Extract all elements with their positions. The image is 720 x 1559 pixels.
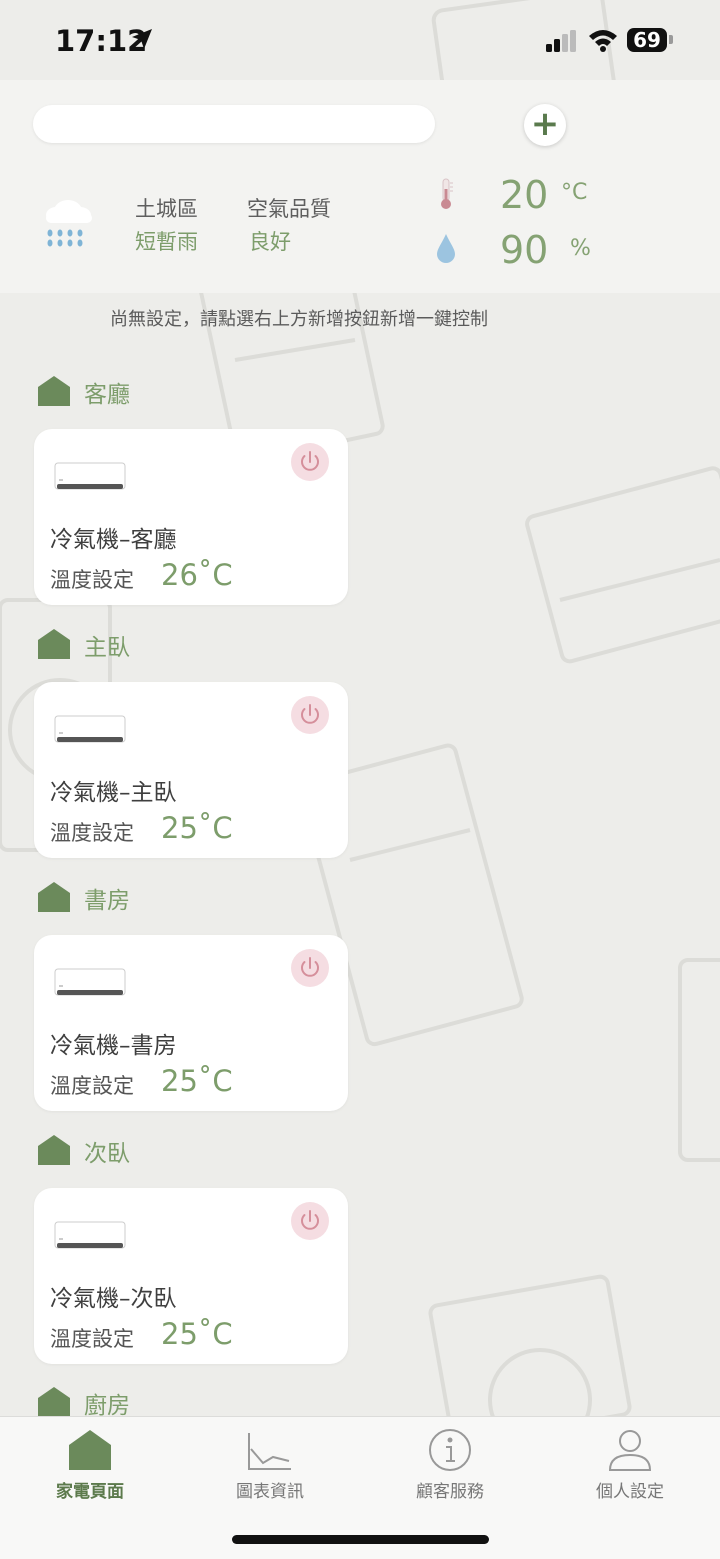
- house-icon: [38, 376, 70, 406]
- room-header-study: 書房: [37, 881, 130, 915]
- power-button[interactable]: [291, 696, 329, 734]
- tab-appliances[interactable]: 家電頁面: [0, 1417, 180, 1517]
- room-name: 客廳: [84, 382, 130, 408]
- humidity-value: 90: [500, 228, 549, 272]
- air-quality-label: 空氣品質: [247, 197, 331, 221]
- home-icon: [69, 1430, 111, 1470]
- room-header-second-bedroom: 次臥: [37, 1134, 130, 1168]
- house-icon: [38, 1135, 70, 1165]
- wifi-icon: [589, 30, 617, 52]
- house-icon: [38, 629, 70, 659]
- device-card-study[interactable]: 冷氣機–書房 溫度設定 25˚C: [34, 935, 348, 1111]
- temp-setting-value: 25˚C: [161, 811, 233, 845]
- quick-control-hint: 尚無設定，請點選右上方新增按鈕新增一鍵控制: [110, 309, 488, 330]
- temperature-unit: °C: [561, 180, 588, 205]
- rain-cloud-icon: [46, 200, 92, 247]
- status-bar: 17:12 69: [0, 0, 720, 80]
- room-name: 次臥: [84, 1141, 130, 1167]
- power-button[interactable]: [291, 443, 329, 481]
- device-card-master-bedroom[interactable]: 冷氣機–主臥 溫度設定 25˚C: [34, 682, 348, 858]
- power-icon: [301, 704, 319, 724]
- temp-setting-value: 25˚C: [161, 1064, 233, 1098]
- tab-label: 顧客服務: [416, 1482, 484, 1502]
- person-icon: [608, 1430, 652, 1471]
- temp-setting-label: 溫度設定: [50, 568, 134, 592]
- location-arrow-icon: [132, 29, 152, 49]
- air-conditioner-icon: [54, 715, 126, 743]
- temperature-value: 20: [500, 173, 549, 217]
- add-quick-control-button[interactable]: +: [524, 104, 566, 146]
- temp-setting-label: 溫度設定: [50, 821, 134, 845]
- info-icon: [429, 1429, 471, 1471]
- tab-personal-settings[interactable]: 個人設定: [540, 1417, 720, 1517]
- power-icon: [301, 957, 319, 977]
- air-quality-value: 良好: [249, 230, 291, 254]
- battery-indicator: 69: [627, 28, 667, 52]
- power-icon: [301, 1210, 319, 1230]
- room-header-master-bedroom: 主臥: [37, 628, 130, 662]
- temp-setting-value: 26˚C: [161, 558, 233, 592]
- temp-setting-value: 25˚C: [161, 1317, 233, 1351]
- device-name: 冷氣機–書房: [50, 1033, 177, 1059]
- house-icon: [38, 882, 70, 912]
- power-icon: [301, 451, 319, 471]
- room-name: 廚房: [84, 1393, 130, 1419]
- power-button[interactable]: [291, 1202, 329, 1240]
- tab-charts[interactable]: 圖表資訊: [180, 1417, 360, 1517]
- tab-customer-service[interactable]: 顧客服務: [360, 1417, 540, 1517]
- device-name: 冷氣機–客廳: [50, 527, 177, 553]
- device-name: 冷氣機–次臥: [50, 1286, 177, 1312]
- home-indicator: [232, 1535, 489, 1544]
- chart-icon: [248, 1433, 291, 1470]
- air-conditioner-icon: [54, 462, 126, 490]
- cellular-signal-icon: [546, 30, 576, 52]
- air-conditioner-icon: [54, 968, 126, 996]
- temp-setting-label: 溫度設定: [50, 1074, 134, 1098]
- house-icon: [38, 1387, 70, 1417]
- humidity-drop-icon: [437, 234, 455, 263]
- air-conditioner-icon: [54, 1221, 126, 1249]
- room-header-kitchen: 廚房: [37, 1386, 130, 1420]
- weather-condition: 短暫雨: [135, 230, 198, 254]
- district-label: 土城區: [135, 197, 198, 221]
- power-button[interactable]: [291, 949, 329, 987]
- device-card-second-bedroom[interactable]: 冷氣機–次臥 溫度設定 25˚C: [34, 1188, 348, 1364]
- humidity-unit: %: [570, 236, 591, 261]
- tab-label: 家電頁面: [56, 1482, 124, 1502]
- thermometer-icon: [441, 178, 453, 209]
- search-input[interactable]: [33, 105, 435, 143]
- room-header-living-room: 客廳: [37, 375, 130, 409]
- device-card-living-room[interactable]: 冷氣機–客廳 溫度設定 26˚C: [34, 429, 348, 605]
- tab-label: 個人設定: [596, 1482, 664, 1502]
- device-name: 冷氣機–主臥: [50, 780, 177, 806]
- tab-label: 圖表資訊: [236, 1482, 304, 1502]
- room-name: 主臥: [84, 635, 130, 661]
- battery-tip: [669, 35, 673, 44]
- room-name: 書房: [84, 888, 130, 914]
- temp-setting-label: 溫度設定: [50, 1327, 134, 1351]
